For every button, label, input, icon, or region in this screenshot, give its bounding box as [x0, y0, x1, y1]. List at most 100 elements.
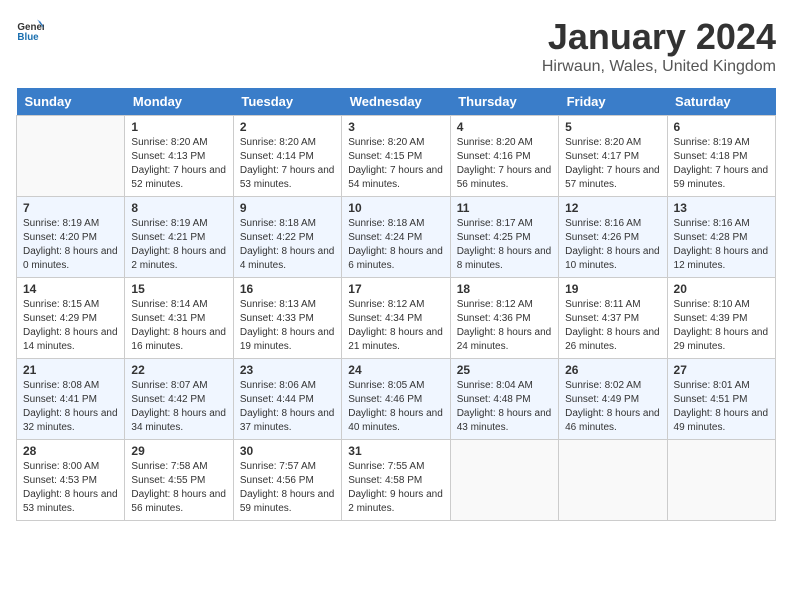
table-row: 18 Sunrise: 8:12 AMSunset: 4:36 PMDayligh… — [450, 278, 558, 359]
day-number: 18 — [457, 282, 552, 296]
day-info: Sunrise: 8:20 AMSunset: 4:14 PMDaylight:… — [240, 136, 335, 192]
table-row: 27 Sunrise: 8:01 AMSunset: 4:51 PMDayligh… — [667, 359, 775, 440]
table-row: 25 Sunrise: 8:04 AMSunset: 4:48 PMDayligh… — [450, 359, 558, 440]
day-number: 23 — [240, 363, 335, 377]
table-row: 4 Sunrise: 8:20 AMSunset: 4:16 PMDaylight… — [450, 116, 558, 197]
day-info: Sunrise: 8:15 AMSunset: 4:29 PMDaylight:… — [23, 298, 118, 354]
day-info: Sunrise: 8:17 AMSunset: 4:25 PMDaylight:… — [457, 217, 552, 273]
day-info: Sunrise: 8:18 AMSunset: 4:24 PMDaylight:… — [348, 217, 443, 273]
day-number: 9 — [240, 201, 335, 215]
day-number: 10 — [348, 201, 443, 215]
day-number: 29 — [131, 444, 226, 458]
calendar-title: January 2024 — [542, 16, 776, 58]
day-number: 16 — [240, 282, 335, 296]
table-row: 24Sunrise: 8:05 AMSunset: 4:46 PMDayligh… — [342, 359, 450, 440]
day-info: Sunrise: 8:13 AMSunset: 4:33 PMDaylight:… — [240, 298, 335, 354]
day-number: 12 — [565, 201, 660, 215]
calendar-table: Sunday Monday Tuesday Wednesday Thursday… — [16, 88, 776, 521]
table-row — [667, 440, 775, 521]
table-row — [450, 440, 558, 521]
table-row: 3Sunrise: 8:20 AMSunset: 4:15 PMDaylight… — [342, 116, 450, 197]
table-row: 7 Sunrise: 8:19 AMSunset: 4:20 PMDaylight… — [17, 197, 125, 278]
table-row: 30 Sunrise: 7:57 AMSunset: 4:56 PMDayligh… — [233, 440, 341, 521]
day-number: 5 — [565, 120, 660, 134]
table-row: 6 Sunrise: 8:19 AMSunset: 4:18 PMDaylight… — [667, 116, 775, 197]
day-number: 26 — [565, 363, 660, 377]
day-number: 25 — [457, 363, 552, 377]
table-row: 15Sunrise: 8:14 AMSunset: 4:31 PMDayligh… — [125, 278, 233, 359]
table-row: 2 Sunrise: 8:20 AMSunset: 4:14 PMDaylight… — [233, 116, 341, 197]
table-row: 13 Sunrise: 8:16 AMSunset: 4:28 PMDayligh… — [667, 197, 775, 278]
calendar-week-row: 1 Sunrise: 8:20 AMSunset: 4:13 PMDaylight… — [17, 116, 776, 197]
table-row: 11 Sunrise: 8:17 AMSunset: 4:25 PMDayligh… — [450, 197, 558, 278]
header-saturday: Saturday — [667, 88, 775, 116]
calendar-week-row: 7 Sunrise: 8:19 AMSunset: 4:20 PMDaylight… — [17, 197, 776, 278]
day-info: Sunrise: 8:07 AMSunset: 4:42 PMDaylight:… — [131, 379, 226, 435]
weekday-header-row: Sunday Monday Tuesday Wednesday Thursday… — [17, 88, 776, 116]
calendar-week-row: 21Sunrise: 8:08 AMSunset: 4:41 PMDayligh… — [17, 359, 776, 440]
header-tuesday: Tuesday — [233, 88, 341, 116]
day-info: Sunrise: 7:55 AMSunset: 4:58 PMDaylight:… — [348, 460, 443, 516]
table-row: 20 Sunrise: 8:10 AMSunset: 4:39 PMDayligh… — [667, 278, 775, 359]
calendar-week-row: 14 Sunrise: 8:15 AMSunset: 4:29 PMDayligh… — [17, 278, 776, 359]
day-info: Sunrise: 8:11 AMSunset: 4:37 PMDaylight:… — [565, 298, 660, 354]
day-number: 20 — [674, 282, 769, 296]
table-row: 1 Sunrise: 8:20 AMSunset: 4:13 PMDaylight… — [125, 116, 233, 197]
table-row: 17Sunrise: 8:12 AMSunset: 4:34 PMDayligh… — [342, 278, 450, 359]
table-row: 26 Sunrise: 8:02 AMSunset: 4:49 PMDayligh… — [559, 359, 667, 440]
day-info: Sunrise: 8:19 AMSunset: 4:18 PMDaylight:… — [674, 136, 769, 192]
table-row: 28 Sunrise: 8:00 AMSunset: 4:53 PMDayligh… — [17, 440, 125, 521]
day-number: 30 — [240, 444, 335, 458]
day-info: Sunrise: 8:19 AMSunset: 4:20 PMDaylight:… — [23, 217, 118, 273]
day-info: Sunrise: 8:19 AMSunset: 4:21 PMDaylight:… — [131, 217, 226, 273]
table-row: 22Sunrise: 8:07 AMSunset: 4:42 PMDayligh… — [125, 359, 233, 440]
day-info: Sunrise: 8:00 AMSunset: 4:53 PMDaylight:… — [23, 460, 118, 516]
day-number: 2 — [240, 120, 335, 134]
day-info: Sunrise: 8:18 AMSunset: 4:22 PMDaylight:… — [240, 217, 335, 273]
day-number: 8 — [131, 201, 226, 215]
day-info: Sunrise: 8:12 AMSunset: 4:36 PMDaylight:… — [457, 298, 552, 354]
table-row: 29 Sunrise: 7:58 AMSunset: 4:55 PMDayligh… — [125, 440, 233, 521]
day-number: 14 — [23, 282, 118, 296]
day-info: Sunrise: 8:02 AMSunset: 4:49 PMDaylight:… — [565, 379, 660, 435]
day-number: 28 — [23, 444, 118, 458]
logo-icon: General Blue — [16, 16, 44, 44]
day-info: Sunrise: 8:20 AMSunset: 4:16 PMDaylight:… — [457, 136, 552, 192]
header-monday: Monday — [125, 88, 233, 116]
day-number: 11 — [457, 201, 552, 215]
logo: General Blue — [16, 16, 44, 44]
page-header: General Blue January 2024 Hirwaun, Wales… — [16, 16, 776, 76]
day-info: Sunrise: 7:57 AMSunset: 4:56 PMDaylight:… — [240, 460, 335, 516]
table-row: 23 Sunrise: 8:06 AMSunset: 4:44 PMDayligh… — [233, 359, 341, 440]
day-number: 3 — [348, 120, 443, 134]
table-row: 19Sunrise: 8:11 AMSunset: 4:37 PMDayligh… — [559, 278, 667, 359]
day-info: Sunrise: 8:20 AMSunset: 4:17 PMDaylight:… — [565, 136, 660, 192]
day-number: 27 — [674, 363, 769, 377]
header-sunday: Sunday — [17, 88, 125, 116]
day-info: Sunrise: 8:10 AMSunset: 4:39 PMDaylight:… — [674, 298, 769, 354]
day-info: Sunrise: 8:08 AMSunset: 4:41 PMDaylight:… — [23, 379, 118, 435]
day-info: Sunrise: 7:58 AMSunset: 4:55 PMDaylight:… — [131, 460, 226, 516]
calendar-subtitle: Hirwaun, Wales, United Kingdom — [542, 58, 776, 76]
calendar-week-row: 28 Sunrise: 8:00 AMSunset: 4:53 PMDayligh… — [17, 440, 776, 521]
day-info: Sunrise: 8:20 AMSunset: 4:13 PMDaylight:… — [131, 136, 226, 192]
day-number: 31 — [348, 444, 443, 458]
day-info: Sunrise: 8:04 AMSunset: 4:48 PMDaylight:… — [457, 379, 552, 435]
table-row: 8 Sunrise: 8:19 AMSunset: 4:21 PMDaylight… — [125, 197, 233, 278]
table-row: 10 Sunrise: 8:18 AMSunset: 4:24 PMDayligh… — [342, 197, 450, 278]
title-area: January 2024 Hirwaun, Wales, United King… — [542, 16, 776, 76]
day-number: 7 — [23, 201, 118, 215]
day-number: 4 — [457, 120, 552, 134]
day-info: Sunrise: 8:06 AMSunset: 4:44 PMDaylight:… — [240, 379, 335, 435]
day-number: 1 — [131, 120, 226, 134]
day-info: Sunrise: 8:14 AMSunset: 4:31 PMDaylight:… — [131, 298, 226, 354]
day-number: 6 — [674, 120, 769, 134]
day-info: Sunrise: 8:01 AMSunset: 4:51 PMDaylight:… — [674, 379, 769, 435]
table-row: 21Sunrise: 8:08 AMSunset: 4:41 PMDayligh… — [17, 359, 125, 440]
table-row: 12 Sunrise: 8:16 AMSunset: 4:26 PMDayligh… — [559, 197, 667, 278]
day-info: Sunrise: 8:16 AMSunset: 4:26 PMDaylight:… — [565, 217, 660, 273]
table-row: 9 Sunrise: 8:18 AMSunset: 4:22 PMDaylight… — [233, 197, 341, 278]
day-info: Sunrise: 8:16 AMSunset: 4:28 PMDaylight:… — [674, 217, 769, 273]
day-number: 13 — [674, 201, 769, 215]
header-thursday: Thursday — [450, 88, 558, 116]
